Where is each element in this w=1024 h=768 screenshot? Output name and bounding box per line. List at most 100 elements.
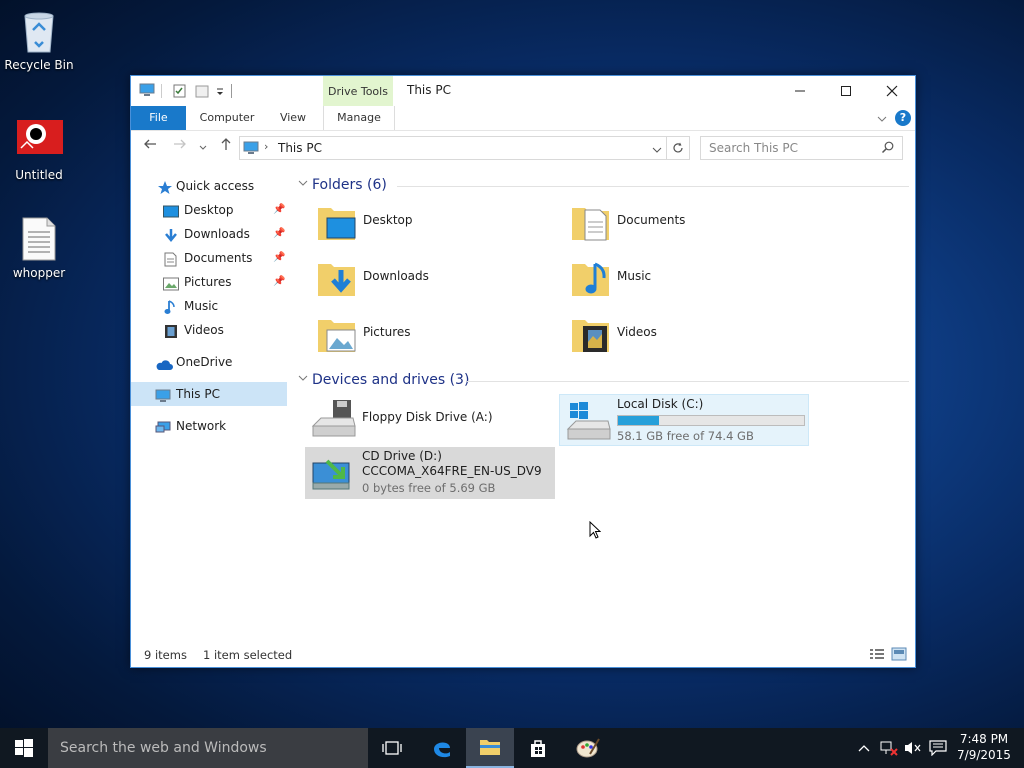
taskbar-search-box[interactable]: Search the web and Windows	[48, 728, 368, 768]
nav-item-label: Music	[184, 299, 219, 313]
properties-icon[interactable]	[173, 84, 187, 98]
nav-item-this-pc[interactable]: This PC	[131, 382, 287, 406]
item-count: 9 items	[144, 648, 187, 662]
taskbar-search-input[interactable]: Search the web and Windows	[60, 740, 267, 756]
nav-item-videos[interactable]: Videos	[131, 318, 287, 342]
up-button[interactable]	[219, 137, 233, 155]
taskbar-file-explorer[interactable]	[466, 728, 514, 768]
task-view-icon	[382, 741, 402, 755]
pin-icon[interactable]: 📌	[273, 246, 285, 270]
search-icon[interactable]	[881, 141, 894, 157]
show-hidden-icons-button[interactable]	[858, 742, 870, 756]
action-center-icon[interactable]	[929, 740, 947, 759]
refresh-button[interactable]	[667, 136, 690, 160]
tab-file[interactable]: File	[131, 106, 186, 130]
taskbar-paint[interactable]	[564, 728, 612, 768]
search-input[interactable]: Search This PC	[709, 141, 798, 155]
network-icon	[155, 419, 171, 433]
nav-item-network[interactable]: Network	[131, 414, 287, 438]
nav-item-onedrive[interactable]: OneDrive	[131, 350, 287, 374]
nav-item-label: This PC	[176, 387, 220, 401]
tab-computer[interactable]: Computer	[193, 106, 261, 130]
recent-locations-button[interactable]	[199, 140, 207, 156]
close-button[interactable]	[869, 76, 915, 106]
nav-item-label: Network	[176, 419, 227, 433]
folder-videos[interactable]: Videos	[561, 312, 801, 360]
this-pc-icon[interactable]	[139, 83, 155, 97]
nav-item-desktop[interactable]: Desktop 📌	[131, 198, 287, 222]
task-view-button[interactable]	[368, 728, 416, 768]
clock-time: 7:48 PM	[959, 732, 1009, 746]
content-pane: Folders (6) Desktop Documents Downloads	[287, 171, 915, 641]
drive-name: Floppy Disk Drive (A:)	[362, 410, 493, 424]
start-button[interactable]	[0, 728, 48, 768]
folder-documents[interactable]: Documents	[561, 200, 801, 248]
folder-desktop[interactable]: Desktop	[307, 200, 547, 248]
drive-cd-d[interactable]: CD Drive (D:) CCCOMA_X64FRE_EN-US_DV9 0 …	[305, 447, 555, 499]
network-status-icon[interactable]	[880, 740, 898, 759]
text-document-icon	[17, 216, 61, 262]
cd-drive-icon	[311, 451, 357, 495]
collapse-drives-icon[interactable]	[298, 374, 308, 385]
pin-icon[interactable]: 📌	[273, 270, 285, 294]
folder-pictures[interactable]: Pictures	[307, 312, 547, 360]
folder-downloads[interactable]: Downloads	[307, 256, 547, 304]
chevron-down-icon	[199, 145, 207, 150]
nav-item-downloads[interactable]: Downloads 📌	[131, 222, 287, 246]
pin-icon[interactable]: 📌	[273, 222, 285, 246]
nav-item-pictures[interactable]: Pictures 📌	[131, 270, 287, 294]
help-button[interactable]: ?	[895, 110, 911, 126]
desktop-icon-whopper[interactable]: whopper	[1, 216, 77, 280]
title-bar[interactable]: Drive Tools This PC	[131, 76, 915, 106]
address-bar[interactable]: › This PC	[239, 136, 667, 160]
forward-button[interactable]	[173, 137, 187, 155]
new-folder-icon[interactable]	[195, 84, 209, 98]
back-button[interactable]	[143, 137, 157, 155]
folders-group-header[interactable]: Folders (6)	[312, 177, 387, 193]
nav-item-quick-access[interactable]: Quick access	[131, 174, 287, 198]
volume-muted-icon[interactable]	[904, 740, 922, 759]
tab-view[interactable]: View	[271, 106, 315, 130]
expand-ribbon-icon[interactable]	[877, 112, 887, 126]
taskbar-edge[interactable]	[418, 728, 466, 768]
pictures-folder-icon	[317, 314, 357, 354]
details-view-icon[interactable]	[869, 647, 885, 664]
customize-qat-icon[interactable]	[215, 86, 225, 100]
drive-floppy-a[interactable]: Floppy Disk Drive (A:)	[305, 394, 555, 446]
nav-item-label: Videos	[184, 323, 224, 337]
search-box[interactable]: Search This PC	[700, 136, 903, 160]
windows-logo-icon	[15, 739, 33, 757]
drives-group-header[interactable]: Devices and drives (3)	[312, 372, 469, 388]
nav-item-label: Pictures	[184, 275, 232, 289]
this-pc-icon	[155, 387, 171, 402]
pin-icon[interactable]: 📌	[273, 198, 285, 222]
drive-local-disk-c[interactable]: Local Disk (C:) 58.1 GB free of 74.4 GB	[559, 394, 809, 446]
desktop-icon-untitled[interactable]: Untitled	[1, 118, 77, 182]
breadcrumb[interactable]: This PC	[278, 141, 322, 155]
desktop-icon-recycle-bin[interactable]: Recycle Bin	[1, 8, 77, 72]
folder-music[interactable]: Music	[561, 256, 801, 304]
address-dropdown-icon[interactable]	[652, 143, 662, 157]
navigation-pane: Quick access Desktop 📌 Downloads 📌 Docum…	[131, 171, 287, 641]
clock[interactable]: 7:48 PM 7/9/2015	[952, 731, 1016, 763]
minimize-button[interactable]	[777, 76, 823, 106]
breadcrumb-separator-icon[interactable]: ›	[264, 140, 268, 153]
drive-name: CD Drive (D:)	[362, 449, 442, 463]
downloads-icon	[163, 227, 179, 242]
nav-item-documents[interactable]: Documents 📌	[131, 246, 287, 270]
recycle-bin-icon	[17, 8, 61, 54]
drive-free-space: 58.1 GB free of 74.4 GB	[617, 429, 754, 443]
tab-manage[interactable]: Manage	[323, 106, 395, 130]
maximize-button[interactable]	[823, 76, 869, 106]
folder-label: Documents	[617, 213, 686, 227]
large-icons-view-icon[interactable]	[891, 647, 907, 664]
taskbar: Search the web and Windows 7:48 PM 7/9/2…	[0, 728, 1024, 768]
folder-label: Pictures	[363, 325, 411, 339]
floppy-drive-icon	[311, 398, 357, 442]
videos-icon	[164, 323, 180, 338]
nav-item-music[interactable]: Music	[131, 294, 287, 318]
desktop-icon-label: Untitled	[15, 168, 63, 182]
collapse-folders-icon[interactable]	[298, 179, 308, 190]
divider	[467, 381, 909, 382]
taskbar-store[interactable]	[514, 728, 562, 768]
